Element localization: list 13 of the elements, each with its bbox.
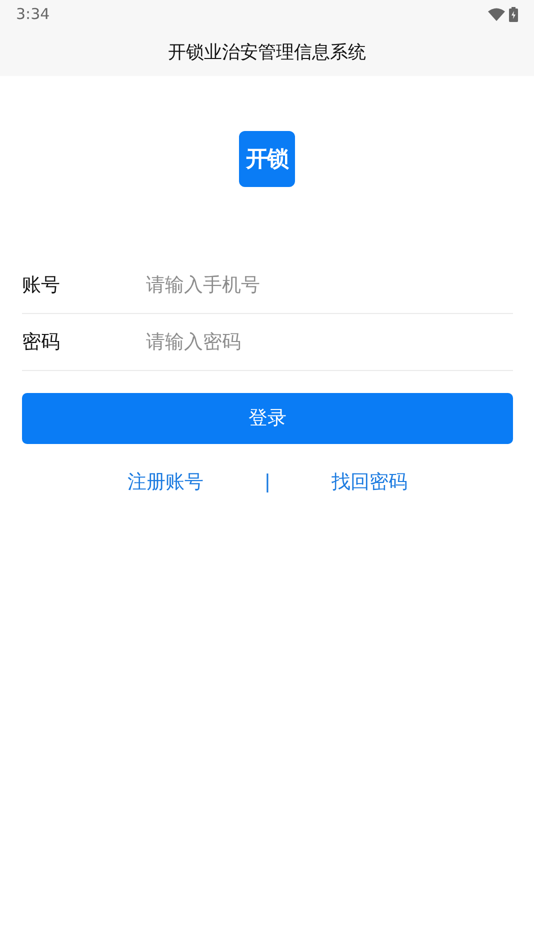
password-field[interactable]: 请输入密码 xyxy=(146,328,513,356)
battery-icon xyxy=(509,6,518,22)
field-label: 账号 xyxy=(22,272,61,298)
wifi-icon xyxy=(488,8,505,20)
app-title: 开锁业治安管理信息系统 xyxy=(168,40,366,64)
login-button[interactable]: 登录 xyxy=(22,393,513,444)
field-label: 密码 xyxy=(22,330,61,355)
link-separator: | xyxy=(264,470,271,495)
register-link[interactable]: 注册账号 xyxy=(128,471,204,493)
status-time: 3:34 xyxy=(16,4,50,25)
recover-password-link[interactable]: 找回密码 xyxy=(331,471,408,493)
phone-field[interactable]: 请输入手机号 xyxy=(146,270,513,300)
app-logo: 开锁 xyxy=(239,131,295,187)
